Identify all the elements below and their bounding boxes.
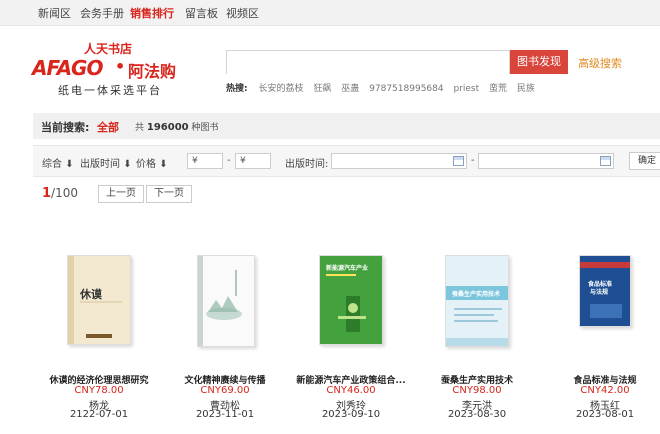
logo-mark: AFAGO	[32, 56, 103, 80]
calendar-icon[interactable]	[600, 156, 611, 166]
pubtime-label: 出版时间:	[285, 159, 329, 170]
top-nav: 新闻区 会务手册 销售排行 留言板 视频区	[0, 0, 660, 26]
hot-search-label: 热搜:	[226, 84, 248, 94]
current-search-bar: 当前搜索: 全部 共 196000 种图书	[33, 113, 660, 139]
logo-dot: •	[115, 57, 126, 76]
book-cover[interactable]	[197, 255, 255, 347]
calendar-icon[interactable]	[453, 156, 464, 166]
book-card[interactable]: 文化精神赓续与传播 CNY69.00 曹劲松 2023-11-01	[165, 245, 285, 425]
nav-sales-ranking[interactable]: 销售排行	[130, 5, 174, 21]
price-to-input[interactable]: ¥	[235, 153, 271, 169]
book-card[interactable]: 新能源汽车产业 新能源汽车产业政策组合... CNY46.00 刘秀玲 2023…	[291, 245, 411, 425]
search-box	[226, 50, 510, 74]
total-pages: /100	[51, 186, 78, 200]
date-from-input[interactable]	[331, 153, 467, 169]
book-date: 2023-08-01	[575, 409, 635, 420]
hot-word[interactable]: 巫蛊	[341, 84, 359, 94]
svg-text:与法规: 与法规	[590, 288, 608, 296]
book-price: CNY98.00	[452, 385, 502, 396]
advanced-search-link[interactable]: 高级搜索	[578, 55, 622, 71]
arrow-down-icon: ⬇	[159, 159, 168, 170]
sort-price[interactable]: 价格 ⬇	[136, 155, 168, 170]
next-page-button[interactable]: 下一页	[146, 185, 192, 203]
book-cover[interactable]: 食品标准 与法规	[579, 255, 631, 327]
svg-text:蚕桑生产实用技术: 蚕桑生产实用技术	[451, 290, 500, 298]
nav-video[interactable]: 视频区	[226, 5, 259, 21]
sort-pubtime-label: 出版时间	[80, 159, 120, 170]
book-cover-art: 食品标准 与法规	[580, 256, 630, 326]
svg-text:食品标准: 食品标准	[587, 280, 612, 288]
current-search-label: 当前搜索:	[41, 121, 90, 134]
hot-word[interactable]: 9787518995684	[369, 84, 443, 94]
price-from-input[interactable]: ¥	[187, 153, 223, 169]
book-discover-button[interactable]: 图书发现	[510, 50, 568, 74]
price-dash: -	[227, 155, 231, 166]
current-search-value[interactable]: 全部	[97, 119, 119, 135]
hot-word[interactable]: priest	[453, 84, 479, 94]
page-indicator: 1/100	[42, 186, 78, 201]
filter-bar: 综合 ⬇ 出版时间 ⬇ 价格 ⬇ ¥ - ¥ 出版时间: - 确定	[33, 145, 660, 177]
book-price: CNY42.00	[580, 385, 630, 396]
book-cover[interactable]: 蚕桑生产实用技术	[445, 255, 509, 347]
logo-brand-cn: 阿法购	[128, 62, 177, 81]
book-cover-art: 蚕桑生产实用技术	[446, 256, 508, 346]
arrow-down-icon: ⬇	[65, 159, 74, 170]
book-date: 2023-11-01	[195, 409, 255, 420]
result-count-prefix: 共	[135, 123, 145, 133]
book-price: CNY78.00	[74, 385, 124, 396]
hot-word[interactable]: 长安的荔枝	[258, 84, 303, 94]
book-cover[interactable]: 休谟	[67, 255, 131, 345]
nav-news[interactable]: 新闻区	[38, 5, 71, 21]
result-count: 共 196000 种图书	[135, 120, 219, 133]
book-cover-art	[198, 256, 254, 346]
book-card[interactable]: 蚕桑生产实用技术 蚕桑生产实用技术 CNY98.00 李元洪 2023-08-3…	[417, 245, 537, 425]
site-logo[interactable]: 人天书店 AFAGO • 阿法购 纸电一体采选平台	[32, 40, 192, 98]
hot-word[interactable]: 蛮荒	[489, 84, 507, 94]
book-date: 2023-09-10	[321, 409, 381, 420]
date-to-input[interactable]	[478, 153, 614, 169]
sort-default-label: 综合	[42, 159, 62, 170]
book-date: 2023-08-30	[447, 409, 507, 420]
result-count-suffix: 种图书	[191, 123, 219, 133]
nav-message-board[interactable]: 留言板	[185, 5, 218, 21]
sort-pubtime[interactable]: 出版时间 ⬇	[80, 155, 132, 170]
sort-price-label: 价格	[136, 159, 156, 170]
search-input[interactable]	[227, 51, 509, 74]
hot-word[interactable]: 狂飙	[313, 84, 331, 94]
book-price: CNY46.00	[326, 385, 376, 396]
logo-store-name: 人天书店	[84, 42, 133, 56]
hot-word[interactable]: 民族	[517, 84, 535, 94]
book-card[interactable]: 休谟 休谟的经济伦理思想研究 CNY78.00 杨龙 2122-07-01	[39, 245, 159, 425]
current-page: 1	[42, 186, 52, 201]
confirm-button[interactable]: 确定	[629, 152, 660, 170]
svg-text:新能源汽车产业: 新能源汽车产业	[326, 264, 368, 272]
svg-text:休谟: 休谟	[79, 287, 103, 301]
book-cover-art: 新能源汽车产业	[320, 256, 382, 344]
book-date: 2122-07-01	[69, 409, 129, 420]
sort-default[interactable]: 综合 ⬇	[42, 155, 74, 170]
nav-conference-handbook[interactable]: 会务手册	[80, 5, 124, 21]
arrow-down-icon: ⬇	[123, 159, 132, 170]
result-count-number: 196000	[146, 122, 189, 133]
prev-page-button[interactable]: 上一页	[98, 185, 144, 203]
hot-search-words: 热搜: 长安的荔枝 狂飙 巫蛊 9787518995684 priest 蛮荒 …	[226, 81, 542, 94]
logo-slogan: 纸电一体采选平台	[58, 84, 162, 97]
book-price: CNY69.00	[200, 385, 250, 396]
book-cover-art: 休谟	[68, 256, 130, 344]
book-cover[interactable]: 新能源汽车产业	[319, 255, 383, 345]
book-card[interactable]: 食品标准 与法规 食品标准与法规 CNY42.00 杨玉红 2023-08-01	[537, 245, 657, 425]
date-dash: -	[471, 155, 475, 166]
